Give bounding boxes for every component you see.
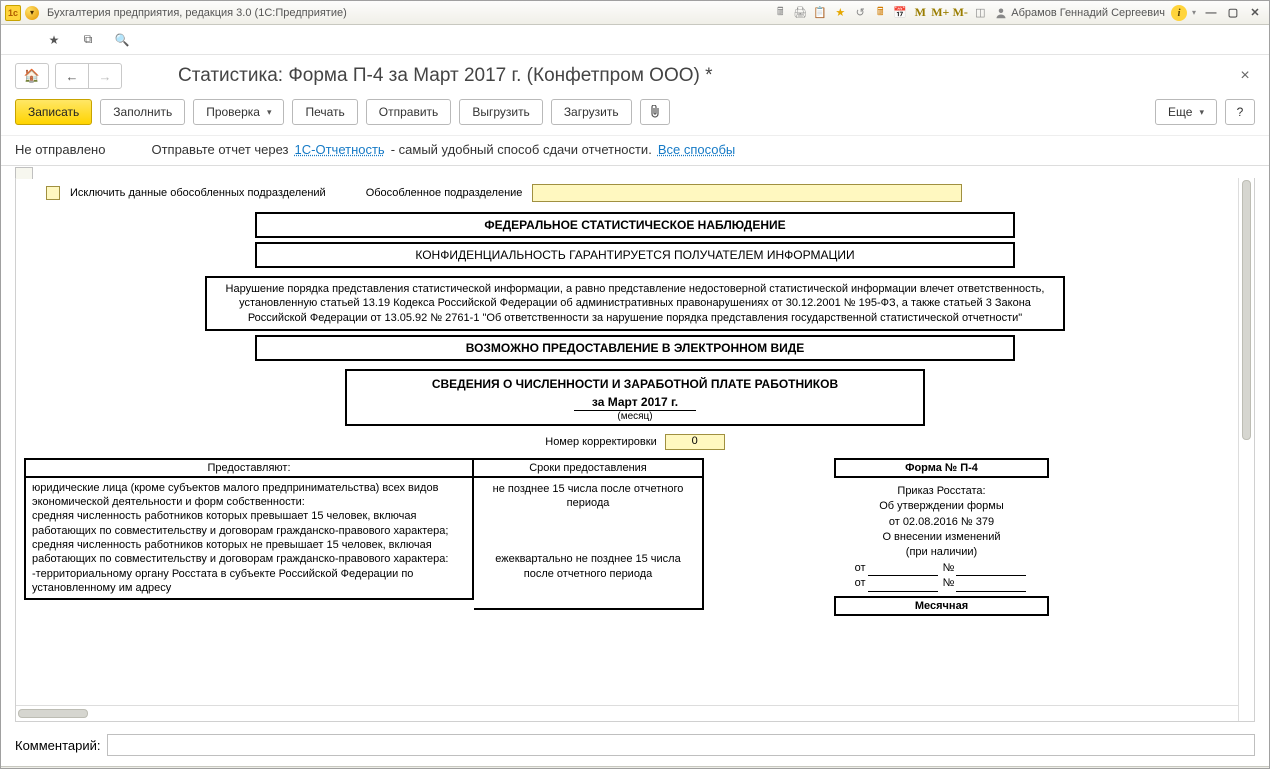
titlebar-print-icon[interactable]: 🖨: [791, 4, 809, 22]
titlebar-calc-icon[interactable]: 🖩: [771, 4, 789, 22]
attach-button[interactable]: [640, 99, 670, 125]
provide-header: Предоставляют:: [24, 458, 474, 478]
more-button[interactable]: Еще: [1155, 99, 1217, 125]
report-header-2: КОНФИДЕНЦИАЛЬНОСТЬ ГАРАНТИРУЕТСЯ ПОЛУЧАТ…: [255, 242, 1015, 268]
deadline-header: Сроки предоставления: [474, 458, 704, 478]
apps-grid-icon[interactable]: [11, 31, 29, 49]
report-period-value: за Март 2017 г.: [574, 395, 696, 411]
subdivision-label: Обособленное подразделение: [366, 187, 523, 199]
one-c-reporting-link[interactable]: 1С-Отчетность: [295, 142, 385, 157]
report-legal-notice: Нарушение порядка представления статисти…: [205, 276, 1065, 331]
user-name-label: Абрамов Геннадий Сергеевич: [1011, 7, 1165, 19]
titlebar-calc2-icon[interactable]: 🖩: [871, 4, 889, 22]
order-date-blank-1: [868, 564, 938, 576]
titlebar-calendar-icon[interactable]: 📅: [891, 4, 909, 22]
nav-forward-button[interactable]: →: [88, 63, 122, 89]
titlebar-m-plus-button[interactable]: M+: [931, 4, 949, 22]
send-status-label: Не отправлено: [15, 142, 105, 157]
page-title: Статистика: Форма П-4 за Март 2017 г. (К…: [178, 65, 1229, 87]
vertical-scrollbar[interactable]: [1238, 178, 1254, 721]
home-button[interactable]: 🏠: [15, 63, 49, 89]
correction-number-label: Номер корректировки: [545, 436, 656, 448]
deadline-cell: не позднее 15 числа после отчетного пери…: [474, 478, 704, 610]
help-button[interactable]: ?: [1225, 99, 1255, 125]
titlebar-history-icon[interactable]: ↺: [851, 4, 869, 22]
page-close-button[interactable]: ×: [1235, 66, 1255, 86]
quickbar: ★ ⧉ 🔍: [1, 25, 1269, 55]
user-icon: [995, 7, 1007, 19]
exclude-subdiv-checkbox[interactable]: [46, 186, 60, 200]
command-bar: Записать Заполнить Проверка Печать Отпра…: [1, 95, 1269, 136]
import-button[interactable]: Загрузить: [551, 99, 632, 125]
favorite-star-icon[interactable]: ★: [45, 31, 63, 49]
exclude-subdiv-label: Исключить данные обособленных подразделе…: [70, 187, 326, 199]
order-no-blank-2: [956, 580, 1026, 592]
send-button[interactable]: Отправить: [366, 99, 452, 125]
titlebar-star-icon[interactable]: ★: [831, 4, 849, 22]
order-info: Приказ Росстата: Об утверждении формы от…: [834, 484, 1049, 592]
print-button[interactable]: Печать: [292, 99, 357, 125]
report-period-title: СВЕДЕНИЯ О ЧИСЛЕННОСТИ И ЗАРАБОТНОЙ ПЛАТ…: [347, 377, 923, 391]
report-period-sub: (месяц): [347, 411, 923, 422]
titlebar-panes-icon[interactable]: ◫: [971, 4, 989, 22]
check-button[interactable]: Проверка: [193, 99, 284, 125]
horizontal-scrollbar[interactable]: [16, 705, 1238, 721]
write-button[interactable]: Записать: [15, 99, 92, 125]
comment-row: Комментарий:: [1, 726, 1269, 766]
report-options-row: Исключить данные обособленных подразделе…: [16, 178, 1254, 208]
page-header: 🏠 ← → Статистика: Форма П-4 за Март 2017…: [1, 55, 1269, 95]
titlebar-m-minus-button[interactable]: M-: [951, 4, 969, 22]
titlebar-info-icon[interactable]: i: [1171, 5, 1187, 21]
subdivision-input[interactable]: [532, 184, 962, 202]
deadline-text-1: не позднее 15 числа после отчетного пери…: [480, 482, 696, 511]
window-maximize-button[interactable]: ▢: [1223, 5, 1243, 21]
window-title: Бухгалтерия предприятия, редакция 3.0 (1…: [47, 7, 347, 19]
form-number-box: Форма № П-4: [834, 458, 1049, 478]
titlebar-m-button[interactable]: M: [911, 4, 929, 22]
nav-back-button[interactable]: ←: [55, 63, 89, 89]
periodicity-box: Месячная: [834, 596, 1049, 616]
report-period-box: СВЕДЕНИЯ О ЧИСЛЕННОСТИ И ЗАРАБОТНОЙ ПЛАТ…: [345, 369, 925, 426]
export-button[interactable]: Выгрузить: [459, 99, 543, 125]
app-logo-icon: 1c: [5, 5, 21, 21]
deadline-text-2: ежеквартально не позднее 15 числа после …: [480, 552, 696, 581]
comment-label: Комментарий:: [15, 738, 101, 753]
fill-button[interactable]: Заполнить: [100, 99, 185, 125]
titlebar-clipboard-icon[interactable]: 📋: [811, 4, 829, 22]
pin-icon[interactable]: ⧉: [79, 31, 97, 49]
search-icon[interactable]: 🔍: [113, 31, 131, 49]
window-titlebar: 1c ▾ Бухгалтерия предприятия, редакция 3…: [1, 1, 1269, 25]
send-hint-pre: Отправьте отчет через: [151, 142, 288, 157]
all-methods-link[interactable]: Все способы: [658, 142, 735, 157]
report-header-1: ФЕДЕРАЛЬНОЕ СТАТИСТИЧЕСКОЕ НАБЛЮДЕНИЕ: [255, 212, 1015, 238]
send-hint-post: - самый удобный способ сдачи отчетности.: [391, 142, 652, 157]
order-no-blank-1: [956, 564, 1026, 576]
provide-cell: юридические лица (кроме субъектов малого…: [24, 478, 474, 600]
order-date-blank-2: [868, 580, 938, 592]
paperclip-icon: [649, 105, 661, 119]
report-sheet: Исключить данные обособленных подразделе…: [15, 178, 1255, 722]
titlebar-info-dd-icon[interactable]: ▾: [1189, 4, 1199, 22]
status-row: Не отправлено Отправьте отчет через 1С-О…: [1, 136, 1269, 165]
window-close-button[interactable]: ✕: [1245, 5, 1265, 21]
titlebar-user[interactable]: Абрамов Геннадий Сергеевич: [991, 7, 1169, 19]
app-menu-dropdown-icon[interactable]: ▾: [25, 6, 39, 20]
report-header-4: ВОЗМОЖНО ПРЕДОСТАВЛЕНИЕ В ЭЛЕКТРОННОМ ВИ…: [255, 335, 1015, 361]
window-minimize-button[interactable]: —: [1201, 5, 1221, 21]
correction-number-input[interactable]: 0: [665, 434, 725, 450]
comment-input[interactable]: [107, 734, 1256, 756]
